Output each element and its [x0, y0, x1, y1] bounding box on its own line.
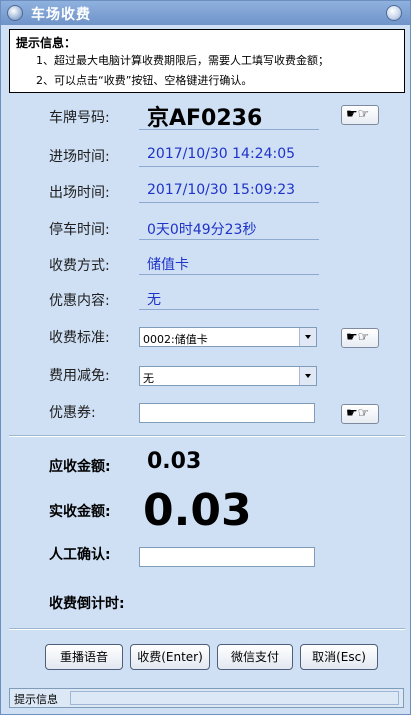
hint-line-1: 1、超过最大电脑计算收费期限后，需要人工填写收费金额； — [36, 54, 329, 67]
manual-confirm-input[interactable] — [139, 547, 315, 567]
plate-label: 车牌号码: — [49, 110, 110, 126]
status-label: 提示信息 — [14, 693, 58, 706]
entry-time-label: 进场时间: — [49, 149, 110, 165]
hint-line-2: 2、可以点击“收费”按钮、空格键进行确认。 — [36, 74, 253, 87]
countdown-label: 收费倒计时: — [49, 596, 125, 612]
wechat-pay-button[interactable]: 微信支付 — [217, 644, 293, 670]
entry-time-underline — [139, 166, 319, 167]
receivable-amount-value: 0.03 — [147, 449, 202, 474]
exit-time-underline — [139, 202, 319, 203]
hand-pointer-icon: ☛☞ — [346, 330, 370, 345]
chevron-down-icon[interactable] — [299, 328, 316, 346]
receivable-amount-label: 应收金额: — [49, 459, 111, 475]
coupon-input[interactable] — [139, 403, 315, 423]
plate-number: 京AF0236 — [147, 106, 263, 131]
fee-standard-label: 收费标准: — [49, 330, 110, 346]
hand-pointer-icon: ☛☞ — [346, 406, 370, 421]
fee-reduction-select[interactable]: 无 — [139, 366, 317, 386]
hint-panel: 提示信息： 1、超过最大电脑计算收费期限后，需要人工填写收费金额； 2、可以点击… — [9, 29, 405, 93]
fee-standard-select[interactable]: 0002:储值卡 — [139, 327, 317, 347]
title-bar[interactable]: 车场收费 — [1, 1, 410, 25]
fee-standard-action-button[interactable]: ☛☞ — [341, 328, 379, 348]
payment-method-value: 储值卡 — [147, 257, 189, 273]
exit-time-label: 出场时间: — [49, 185, 110, 201]
actual-amount-label: 实收金额: — [49, 504, 111, 520]
separator-bottom — [9, 628, 405, 630]
plate-action-button[interactable]: ☛☞ — [341, 105, 379, 125]
separator-top — [9, 435, 405, 437]
status-message — [70, 691, 399, 705]
discount-content-underline — [139, 309, 319, 310]
parking-duration-underline — [139, 239, 319, 240]
discount-content-label: 优惠内容: — [49, 293, 110, 309]
parking-fee-window: 车场收费 提示信息： 1、超过最大电脑计算收费期限后，需要人工填写收费金额； 2… — [0, 0, 411, 715]
status-bar: 提示信息 — [9, 688, 404, 708]
replay-voice-button[interactable]: 重播语音 — [45, 644, 123, 670]
plate-underline — [139, 129, 319, 130]
charge-button[interactable]: 收费(Enter) — [130, 644, 210, 670]
discount-content-value: 无 — [147, 292, 161, 308]
window-title: 车场收费 — [31, 7, 91, 23]
actual-amount-value: 0.03 — [143, 485, 252, 536]
hint-title: 提示信息： — [16, 36, 77, 50]
hand-pointer-icon: ☛☞ — [346, 107, 370, 122]
coupon-action-button[interactable]: ☛☞ — [341, 404, 379, 424]
entry-time-value: 2017/10/30 14:24:05 — [147, 146, 296, 162]
fee-reduction-selected: 无 — [143, 372, 154, 385]
parking-duration-value: 0天0时49分23秒 — [147, 222, 257, 238]
fee-reduction-label: 费用减免: — [49, 368, 110, 384]
payment-method-label: 收费方式: — [49, 258, 110, 274]
app-icon — [7, 5, 23, 21]
chevron-down-icon[interactable] — [299, 367, 316, 385]
payment-method-underline — [139, 274, 319, 275]
fee-standard-selected: 0002:储值卡 — [143, 333, 208, 346]
coupon-label: 优惠券: — [49, 405, 96, 421]
manual-confirm-label: 人工确认: — [49, 547, 111, 563]
cancel-button[interactable]: 取消(Esc) — [300, 644, 378, 670]
close-button[interactable] — [386, 5, 402, 21]
parking-duration-label: 停车时间: — [49, 222, 110, 238]
exit-time-value: 2017/10/30 15:09:23 — [147, 182, 296, 198]
